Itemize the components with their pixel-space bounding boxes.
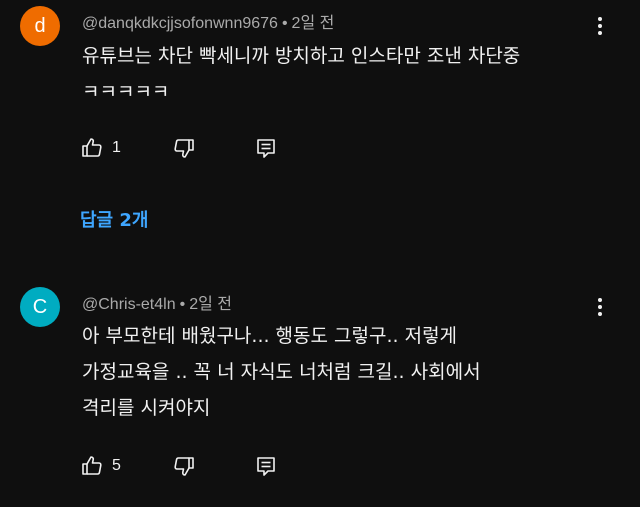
comment-text: 유튜브는 차단 빡세니까 방치하고 인스타만 조낸 차단중 ㅋㅋㅋㅋㅋ <box>82 38 562 110</box>
reply-icon <box>257 457 275 476</box>
comment-time: 2일 전 <box>189 296 233 313</box>
comment-time: 2일 전 <box>291 15 335 32</box>
reply-icon <box>257 139 275 158</box>
comment-author[interactable]: @Chris-et4ln <box>82 296 176 313</box>
thumbs-up-icon <box>82 456 102 475</box>
like-count: 1 <box>112 139 121 156</box>
avatar-letter: C <box>32 295 48 318</box>
comment-meta: @Chris-et4ln • 2일 전 <box>82 290 232 314</box>
avatar[interactable]: C <box>20 287 60 327</box>
reply-button[interactable] <box>254 136 278 160</box>
comment-actions: 5 <box>80 452 278 480</box>
thumbs-up-icon <box>82 138 102 157</box>
dislike-button[interactable] <box>172 136 196 160</box>
comment-actions: 1 <box>80 134 278 162</box>
avatar-letter: d <box>34 14 46 37</box>
comment-line: 유튜브는 차단 빡세니까 방치하고 인스타만 조낸 차단중 <box>82 45 521 67</box>
comment-line: ㅋㅋㅋㅋㅋ <box>82 81 170 103</box>
comment-line: 격리를 시켜야지 <box>82 397 211 419</box>
reply-button[interactable] <box>254 454 278 478</box>
comment-line: 가정교육을 .. 꼭 너 자식도 너처럼 크길.. 사회에서 <box>82 361 481 383</box>
meta-separator: • <box>281 15 288 32</box>
view-replies-link[interactable]: 답글 2개 <box>80 206 148 232</box>
meta-separator: • <box>179 296 186 313</box>
like-button[interactable]: 1 <box>80 136 126 160</box>
comment-author[interactable]: @danqkdkcjjsofonwnn9676 <box>82 15 278 32</box>
dislike-button[interactable] <box>172 454 196 478</box>
more-vert-icon[interactable] <box>588 14 612 38</box>
like-count: 5 <box>112 457 121 474</box>
comment-line: 아 부모한테 배웠구나... 행동도 그렇구.. 저렇게 <box>82 325 458 347</box>
avatar[interactable]: d <box>20 6 60 46</box>
thumbs-down-icon <box>174 457 194 476</box>
more-vert-icon[interactable] <box>588 295 612 319</box>
comment-meta: @danqkdkcjjsofonwnn9676 • 2일 전 <box>82 9 334 33</box>
like-button[interactable]: 5 <box>80 454 126 478</box>
comment-text: 아 부모한테 배웠구나... 행동도 그렇구.. 저렇게 가정교육을 .. 꼭 … <box>82 318 562 426</box>
thumbs-down-icon <box>174 139 194 158</box>
